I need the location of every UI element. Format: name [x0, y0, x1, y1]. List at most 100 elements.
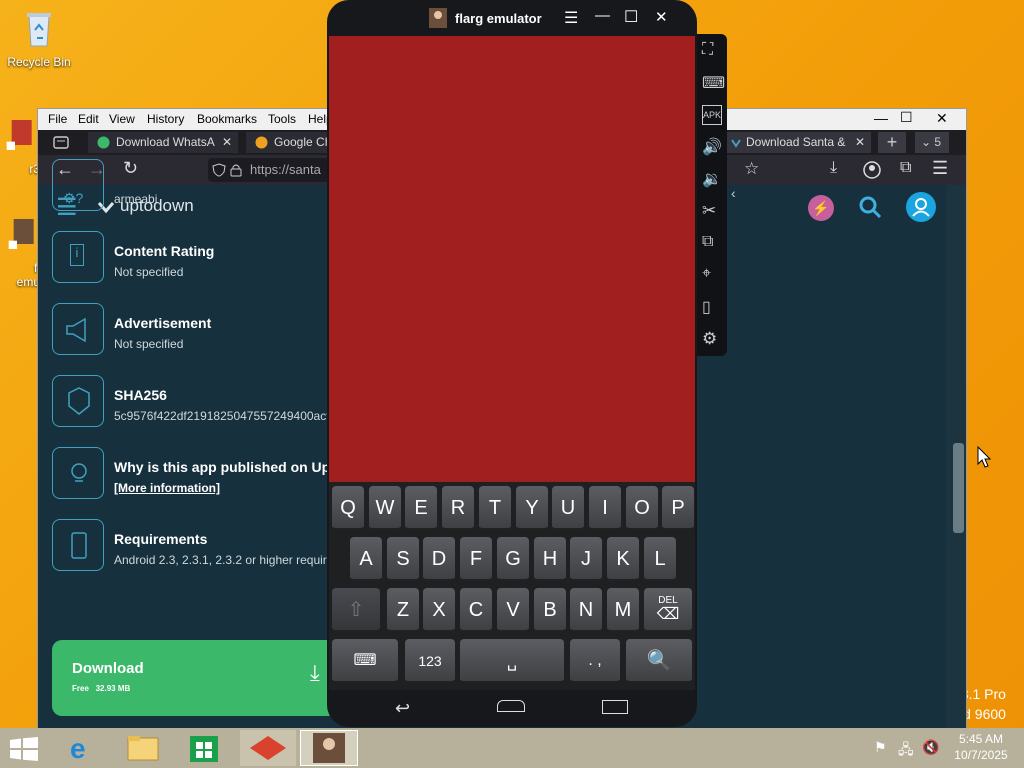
- close-icon[interactable]: ✕: [936, 110, 948, 127]
- back-icon[interactable]: ↩: [395, 698, 410, 719]
- emulator-close-icon[interactable]: ✕: [655, 8, 668, 26]
- volume-down-icon[interactable]: 🔉: [702, 169, 722, 189]
- tab-close-icon[interactable]: ✕: [855, 132, 865, 153]
- tab-google-chrome[interactable]: Google Ch: [246, 132, 328, 153]
- network-icon[interactable]: 🖧: [898, 739, 914, 763]
- key-f[interactable]: F: [460, 537, 492, 581]
- key-r[interactable]: R: [442, 486, 474, 530]
- volume-up-icon[interactable]: 🔊: [702, 137, 722, 157]
- emulator-maximize-icon[interactable]: ☐: [624, 7, 638, 27]
- user-avatar-icon[interactable]: [906, 192, 936, 222]
- key-p[interactable]: P: [662, 486, 694, 530]
- key-q[interactable]: Q: [332, 486, 364, 530]
- megaphone-icon: [52, 303, 104, 355]
- key-l[interactable]: L: [644, 537, 676, 581]
- flag-icon[interactable]: ⚑: [874, 739, 887, 756]
- scissors-icon[interactable]: ✂: [702, 201, 722, 221]
- taskbar-file-explorer[interactable]: [120, 730, 164, 766]
- space-key[interactable]: ␣: [460, 639, 564, 683]
- tab-santa-active[interactable]: Download Santa & ✕: [726, 132, 871, 153]
- emulator-minimize-icon[interactable]: —: [595, 7, 610, 24]
- menu-hamburger-icon[interactable]: ☰: [932, 158, 948, 179]
- key-u[interactable]: U: [552, 486, 584, 530]
- maximize-icon[interactable]: ☐: [900, 109, 913, 126]
- delete-key[interactable]: DEL ⌫: [644, 588, 692, 632]
- emulator-title: flarg emulator: [455, 11, 542, 26]
- punctuation-key[interactable]: . ,: [570, 639, 620, 683]
- tab-overview-icon[interactable]: [52, 134, 70, 150]
- keyboard-icon[interactable]: ⌨: [702, 73, 725, 93]
- settings-icon[interactable]: ⚙: [702, 329, 722, 349]
- key-j[interactable]: J: [570, 537, 602, 581]
- page-scrollbar[interactable]: [946, 185, 966, 729]
- tab-whatsapp[interactable]: Download WhatsA ✕: [88, 132, 238, 153]
- key-k[interactable]: K: [607, 537, 639, 581]
- apk-install-icon[interactable]: APK: [702, 105, 722, 125]
- shift-key[interactable]: ⇧: [332, 588, 380, 632]
- info-item-content-rating: i Content Rating Not specified: [52, 231, 352, 291]
- menu-view[interactable]: View: [109, 112, 135, 126]
- info-item-title: Requirements: [114, 531, 208, 547]
- multi-instance-icon[interactable]: ⧉: [702, 233, 722, 253]
- menu-history[interactable]: History: [147, 112, 184, 126]
- collapse-sidebar-icon[interactable]: ‹: [731, 185, 736, 201]
- key-v[interactable]: V: [497, 588, 529, 632]
- numbers-key[interactable]: 123: [405, 639, 455, 683]
- tab-close-icon[interactable]: ✕: [222, 132, 232, 153]
- key-e[interactable]: E: [405, 486, 437, 530]
- key-z[interactable]: Z: [387, 588, 419, 632]
- fullscreen-icon[interactable]: ⛶: [702, 41, 722, 61]
- volume-muted-icon[interactable]: 🔇: [922, 739, 939, 756]
- tab-list-button[interactable]: ⌄ 5: [915, 132, 949, 153]
- search-icon[interactable]: [858, 195, 882, 219]
- key-o[interactable]: O: [626, 486, 658, 530]
- account-icon[interactable]: [863, 161, 881, 179]
- menu-bookmarks[interactable]: Bookmarks: [197, 112, 257, 126]
- lightning-icon[interactable]: ⚡: [808, 195, 834, 221]
- key-t[interactable]: T: [479, 486, 511, 530]
- taskbar-store[interactable]: [182, 730, 226, 766]
- bookmark-star-icon[interactable]: ☆: [744, 159, 759, 179]
- download-meta: Free 32.93 MB: [72, 684, 130, 693]
- download-button[interactable]: Download Free 32.93 MB ⤓: [52, 640, 352, 716]
- menu-file[interactable]: File: [48, 112, 67, 126]
- taskbar-internet-explorer[interactable]: e: [60, 730, 104, 766]
- location-icon[interactable]: ⌖: [702, 265, 722, 285]
- internet-explorer-icon: e: [70, 733, 86, 764]
- key-a[interactable]: A: [350, 537, 382, 581]
- more-information-link[interactable]: [More information]: [114, 481, 220, 495]
- key-i[interactable]: I: [589, 486, 621, 530]
- search-key[interactable]: 🔍: [626, 639, 692, 683]
- key-y[interactable]: Y: [516, 486, 548, 530]
- home-icon[interactable]: [497, 700, 525, 712]
- key-s[interactable]: S: [387, 537, 419, 581]
- recents-icon[interactable]: [602, 700, 628, 714]
- download-icon[interactable]: ⤓: [830, 159, 837, 177]
- key-d[interactable]: D: [423, 537, 455, 581]
- start-windows-icon[interactable]: [10, 737, 38, 761]
- desktop-icon-recycle-bin[interactable]: Recycle Bin: [4, 8, 74, 69]
- shake-icon[interactable]: ▯: [702, 297, 722, 317]
- new-tab-button[interactable]: +: [878, 132, 906, 153]
- scrollbar-thumb[interactable]: [953, 443, 964, 533]
- emulator-menu-icon[interactable]: ☰: [564, 8, 578, 28]
- key-h[interactable]: H: [534, 537, 566, 581]
- key-w[interactable]: W: [369, 486, 401, 530]
- minimize-icon[interactable]: —: [874, 110, 888, 126]
- clock[interactable]: 5:45 AM 10/7/2025: [946, 732, 1016, 762]
- key-n[interactable]: N: [570, 588, 602, 632]
- key-m[interactable]: M: [607, 588, 639, 632]
- emulator-screen[interactable]: [329, 36, 695, 482]
- key-b[interactable]: B: [534, 588, 566, 632]
- key-x[interactable]: X: [423, 588, 455, 632]
- taskbar-app-red[interactable]: [240, 730, 296, 766]
- menu-edit[interactable]: Edit: [78, 112, 99, 126]
- key-g[interactable]: G: [497, 537, 529, 581]
- tab-label: Google Ch: [274, 135, 328, 149]
- keyboard-switch-key[interactable]: ⌨: [332, 639, 398, 683]
- emulator-title-bar[interactable]: flarg emulator ☰ — ☐ ✕: [327, 0, 697, 36]
- menu-tools[interactable]: Tools: [268, 112, 296, 126]
- taskbar-flarg-emulator[interactable]: [300, 730, 358, 766]
- extensions-icon[interactable]: ⧉: [900, 159, 911, 177]
- key-c[interactable]: C: [460, 588, 492, 632]
